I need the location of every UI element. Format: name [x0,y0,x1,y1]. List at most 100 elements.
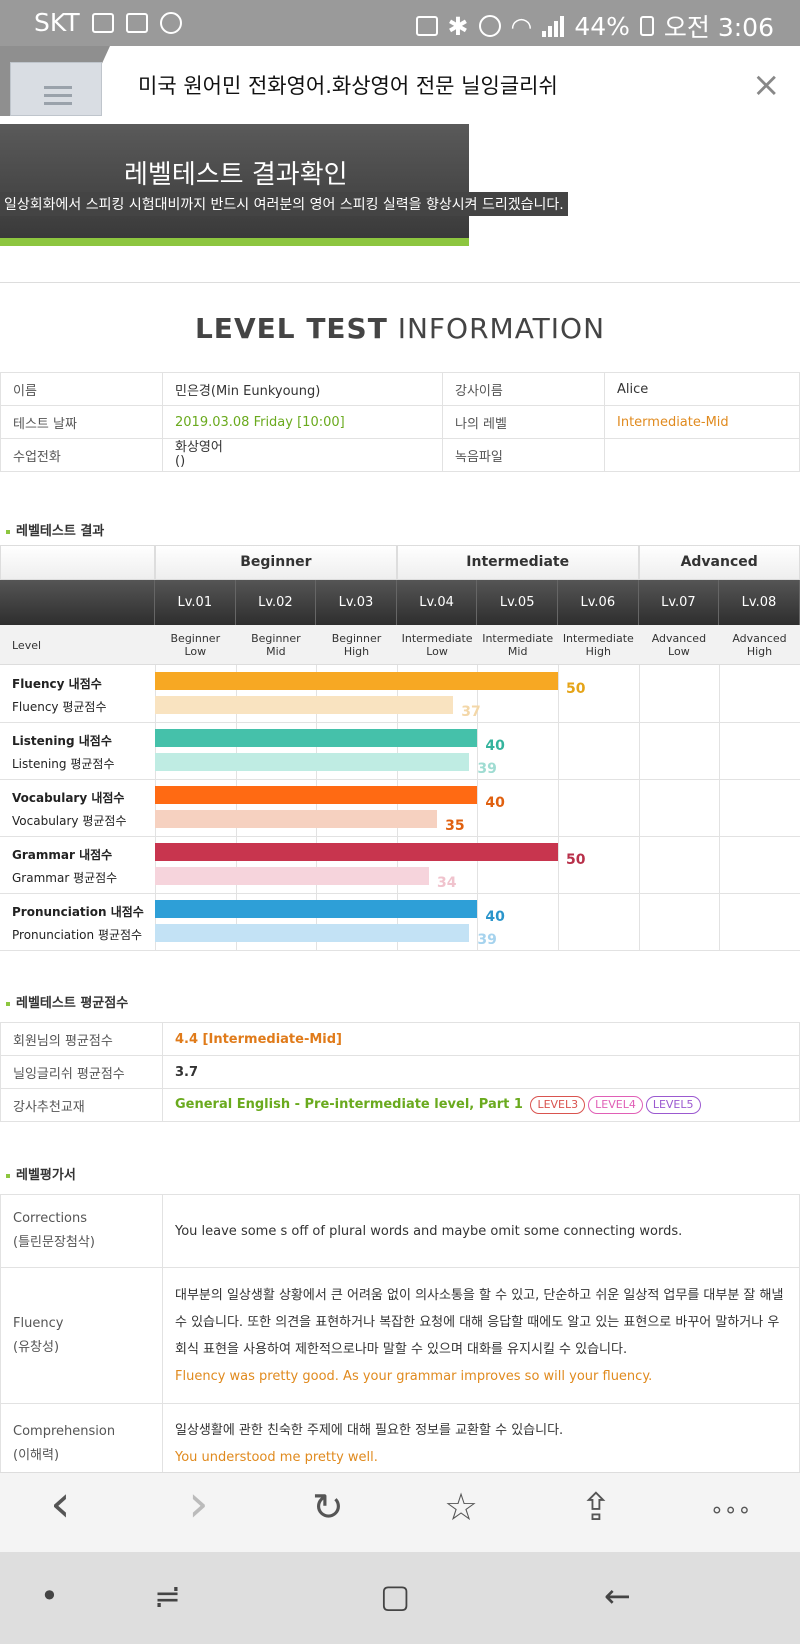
close-icon[interactable]: × [752,68,781,102]
my-level-label: 나의 레벨 [442,405,605,439]
avg-score-value: 39 [477,761,497,777]
system-back-icon[interactable]: ← [604,1580,631,1612]
share-icon[interactable]: ⇪ [580,1488,612,1526]
name-value: 민은경(Min Eunkyoung) [162,372,443,406]
phone-value-number: () [175,454,186,469]
avg-score-label: Grammar 평균점수 [12,871,118,885]
group-header: Beginner [155,545,397,580]
corrections-label: Corrections (틀린문장첨삭) [0,1194,163,1268]
recycle-icon [415,16,438,36]
gallery-icon [91,12,114,33]
signal-icon [542,15,565,37]
textbook-label: 강사추천교재 [0,1088,163,1122]
score-label: Pronunciation 내점수 [12,905,144,919]
group-header: Intermediate [396,545,639,580]
sublevel-name: Mid [507,645,528,658]
recording-value[interactable] [604,438,800,472]
date-value: 2019.03.08 Friday [10:00] [162,405,443,439]
gallery-icon-2 [125,12,148,33]
table-row: Corrections (틀린문장첨삭) You leave some s off… [0,1194,800,1268]
bluetooth-icon: ✱ [447,11,469,41]
my-score-value: 40 [485,909,505,925]
forward-icon[interactable]: › [188,1478,209,1530]
site-avg-value: 3.7 [162,1055,800,1089]
sublevel-name: High [585,645,611,658]
teacher-value: Alice [604,372,800,406]
sublevel-name: High [343,645,370,658]
sublevel-name: Mid [266,645,286,658]
table-row: 강사추천교재 General English - Pre-intermediat… [0,1088,800,1122]
sublevel-group: Beginner [331,632,382,645]
star-icon[interactable]: ☆ [444,1488,478,1526]
avg-score-value: 34 [437,875,457,891]
avg-score-bar [155,810,438,828]
sublevel-group: Intermediate [401,632,473,645]
comprehension-label-ko: (이해력) [13,1447,60,1463]
avg-score-label: Listening 평균점수 [12,757,115,771]
more-icon[interactable]: ∘∘∘ [710,1500,751,1522]
avg-score-label: Pronunciation 평균점수 [12,928,143,942]
score-label: Fluency 내점수 [12,677,102,691]
level4-badge: LEVEL4 [588,1096,643,1114]
info-heading: LEVEL TEST INFORMATION [0,312,800,345]
battery-icon [639,16,654,36]
table-row: 수업전화 화상영어() 녹음파일 [0,438,800,472]
corrections-text: You leave some s off of plural words and… [162,1194,800,1268]
table-row: 닐잉글리쉬 평균점수 3.7 [0,1055,800,1089]
recording-label: 녹음파일 [442,438,605,472]
level-code-header-blank [0,580,155,625]
date-label: 테스트 날짜 [0,405,163,439]
reload-icon[interactable]: ↻ [312,1488,344,1526]
sublevel-label: Intermediate Low [396,625,478,665]
grid-line [638,665,640,950]
recent-apps-icon[interactable]: ≓ [154,1580,181,1612]
sublevel-label: Beginner Mid [235,625,317,665]
comprehension-text-en: You understood me pretty well. [175,1449,378,1465]
textbook-value: General English - Pre-intermediate level… [162,1088,800,1122]
score-label: Grammar 내점수 [12,848,113,862]
results-heading: 레벨테스트 결과 [6,520,104,539]
row-divider [0,950,800,951]
avg-score-value: 39 [477,932,497,948]
fluency-label: Fluency (유창성) [0,1267,163,1404]
level-label: Level [0,625,155,665]
my-score-value: 40 [485,795,505,811]
fluency-text: 대부분의 일상생활 상황에서 큰 어려움 없이 의사소통을 할 수 있고, 단순… [162,1267,800,1404]
sublevel-label: Advanced Low [638,625,720,665]
table-row: 테스트 날짜 2019.03.08 Friday [10:00] 나의 레벨 I… [0,405,800,439]
my-avg-value: 4.4 [Intermediate-Mid] [162,1022,800,1056]
avg-table: 회원님의 평균점수 4.4 [Intermediate-Mid] 닐잉글리쉬 평… [0,1022,800,1122]
eval-heading: 레벨평가서 [6,1164,76,1183]
textbook-name[interactable]: General English - Pre-intermediate level… [175,1097,523,1112]
my-score-value: 40 [485,738,505,754]
level-header-blank [0,545,155,580]
my-score-bar [155,900,478,918]
avg-score-bar [155,924,470,942]
home-icon[interactable]: ▢ [380,1580,410,1612]
battery-percent: 44% [574,11,630,41]
avg-score-bar [155,696,454,714]
phone-value: 화상영어() [162,438,443,472]
row-divider [0,722,800,723]
level-code: Lv.08 [719,580,800,625]
sublevel-group: Intermediate [482,632,554,645]
sublevel-group: Intermediate [562,632,634,645]
phone-label: 수업전화 [0,438,163,472]
fluency-text-en: Fluency was pretty good. As your grammar… [175,1368,653,1384]
back-icon[interactable]: ‹ [50,1478,71,1530]
browser-nav-bar [0,1472,800,1552]
my-score-value: 50 [566,852,586,868]
table-row: Fluency (유창성) 대부분의 일상생활 상황에서 큰 어려움 없이 의사소… [0,1267,800,1404]
score-label: Listening 내점수 [12,734,112,748]
site-avg-label: 닐잉글리쉬 평균점수 [0,1055,163,1089]
page-title: 미국 원어민 전화영어.화상영어 전문 닐잉글리쉬 [138,74,558,98]
comprehension-text-ko: 일상생활에 관한 친숙한 주제에 대해 필요한 정보를 교환할 수 있습니다. [175,1422,564,1438]
table-row: 이름 민은경(Min Eunkyoung) 강사이름 Alice [0,372,800,406]
sublevel-group: Beginner [170,632,221,645]
info-table: 이름 민은경(Min Eunkyoung) 강사이름 Alice 테스트 날짜 … [0,372,800,472]
sublevel-name: Low [426,645,448,658]
corrections-label-ko: (틀린문장첨삭) [13,1235,95,1250]
banner-accent-line [0,238,469,246]
level-code: Lv.07 [638,580,720,625]
sublevel-label: Intermediate Mid [477,625,558,665]
